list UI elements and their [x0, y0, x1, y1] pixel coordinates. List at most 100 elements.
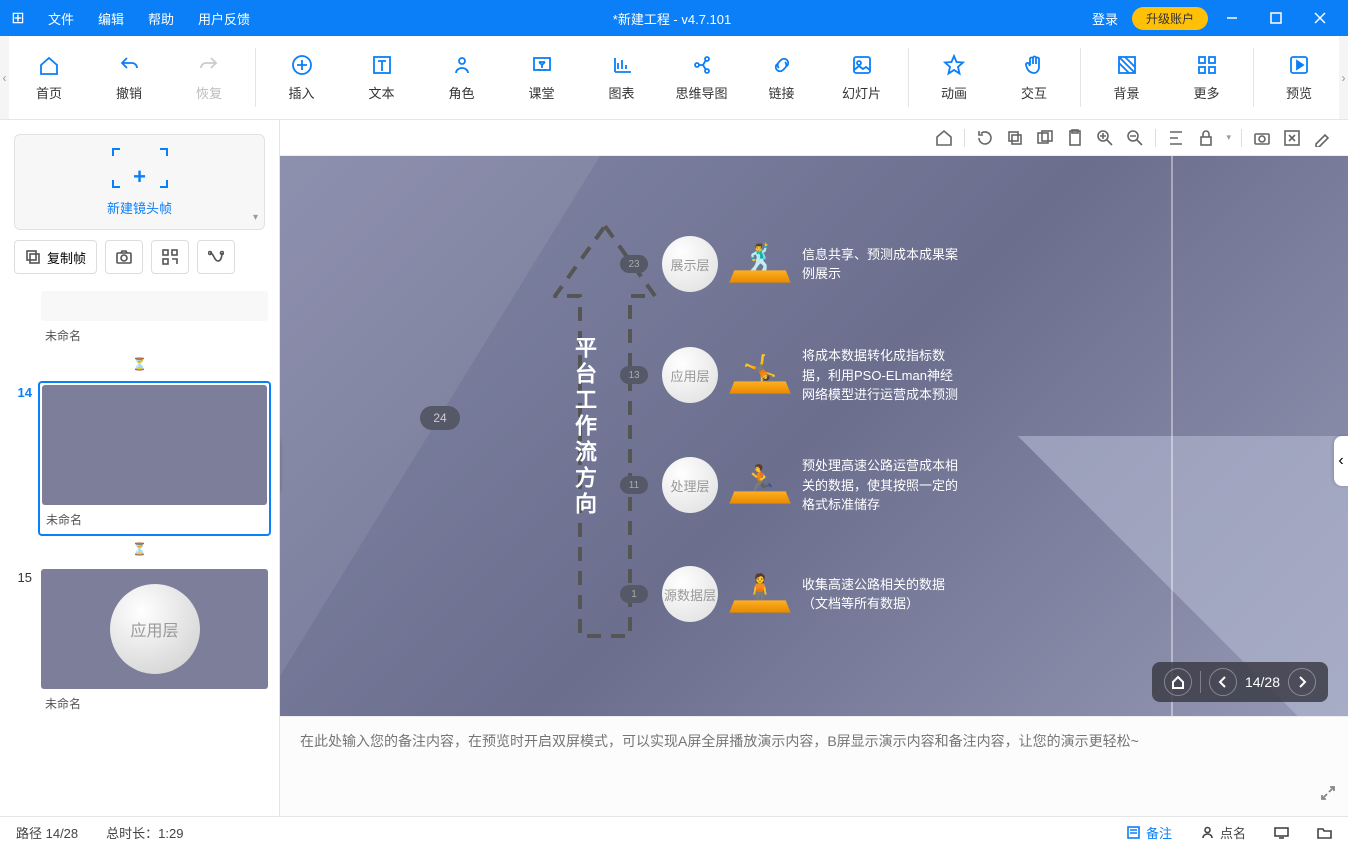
- home-icon[interactable]: [934, 128, 954, 148]
- thumb-title: 未命名: [42, 505, 267, 532]
- toolbar-play[interactable]: 预览: [1259, 36, 1339, 119]
- copy-frame-button[interactable]: 复制帧: [14, 240, 97, 274]
- rotate-icon[interactable]: [975, 128, 995, 148]
- close-button[interactable]: [1300, 0, 1340, 36]
- chevron-down-icon[interactable]: ▾: [253, 212, 258, 223]
- layer-badge[interactable]: 11: [620, 476, 648, 494]
- undo-icon: [117, 53, 141, 77]
- figure-icon: 🏃: [732, 466, 788, 504]
- window-title: *新建工程 - v4.7.101: [262, 9, 1082, 28]
- toolbar-star[interactable]: 动画: [914, 36, 994, 119]
- toolbar-hand[interactable]: 交互: [994, 36, 1074, 119]
- link-icon: [770, 53, 794, 77]
- stack-icon[interactable]: [1035, 128, 1055, 148]
- notes-textarea[interactable]: [280, 717, 1348, 816]
- toolbar-home[interactable]: 首页: [9, 36, 89, 119]
- menu-edit[interactable]: 编辑: [86, 9, 136, 28]
- folder-button[interactable]: [1317, 825, 1332, 840]
- right-panel-expand-handle[interactable]: ‹: [1334, 436, 1348, 486]
- frame-badge[interactable]: 24: [420, 406, 460, 430]
- snapshot-icon[interactable]: [1252, 128, 1272, 148]
- text-icon: [370, 53, 394, 77]
- layer-badge[interactable]: 23: [620, 255, 648, 273]
- thumbnail-list[interactable]: 未命名⏳14未命名⏳15应用层未命名: [0, 284, 279, 816]
- figure-icon: 🤸: [732, 356, 788, 394]
- hourglass-separator: ⏳: [8, 542, 271, 556]
- notes-toggle-button[interactable]: 备注: [1126, 823, 1172, 842]
- menu-help[interactable]: 帮助: [136, 9, 186, 28]
- layer-badge[interactable]: 1: [620, 585, 648, 603]
- hourglass-separator: ⏳: [8, 357, 271, 371]
- toolbar-bg[interactable]: 背景: [1087, 36, 1167, 119]
- paste-icon[interactable]: [1065, 128, 1085, 148]
- thumbnail-card[interactable]: 未命名: [38, 381, 271, 536]
- toolbar-user[interactable]: 角色: [422, 36, 502, 119]
- toolbar-link[interactable]: 链接: [742, 36, 822, 119]
- thumb-number: 15: [8, 566, 32, 719]
- new-frame-button[interactable]: + 新建镜头帧 ▾: [14, 134, 265, 230]
- status-duration: 总时长：1:29: [106, 823, 183, 842]
- layer-circle[interactable]: 应用层: [662, 347, 718, 403]
- menu-feedback[interactable]: 用户反馈: [186, 9, 262, 28]
- path-button[interactable]: [197, 240, 235, 274]
- canvas-navigation: 14/28: [1152, 662, 1328, 702]
- zoom-out-icon[interactable]: [1125, 128, 1145, 148]
- upgrade-button[interactable]: 升级账户: [1132, 7, 1208, 30]
- thumbnail-card[interactable]: 应用层未命名: [38, 566, 271, 719]
- layer-description: 收集高速公路相关的数据（文档等所有数据）: [802, 575, 962, 614]
- copy-icon[interactable]: [1005, 128, 1025, 148]
- thumbnail-card[interactable]: 未命名: [38, 288, 271, 351]
- layer-circle[interactable]: 展示层: [662, 236, 718, 292]
- star-icon: [942, 53, 966, 77]
- nav-home-icon[interactable]: [1164, 668, 1192, 696]
- bg-icon: [1115, 53, 1139, 77]
- layer-description: 信息共享、预测成本成果案例展示: [802, 245, 962, 284]
- toolbar-mindmap[interactable]: 思维导图: [662, 36, 742, 119]
- display-mode-button[interactable]: [1274, 825, 1289, 840]
- toolbar-slide[interactable]: 幻灯片: [822, 36, 902, 119]
- roll-call-button[interactable]: 点名: [1200, 823, 1246, 842]
- layer-circle[interactable]: 源数据层: [662, 566, 718, 622]
- toolbar-text[interactable]: 文本: [342, 36, 422, 119]
- user-icon: [450, 53, 474, 77]
- toolbar-scroll-left[interactable]: ‹: [0, 36, 9, 119]
- camera-button[interactable]: [105, 240, 143, 274]
- titlebar: ⊞ 文件 编辑 帮助 用户反馈 *新建工程 - v4.7.101 登录 升级账户: [0, 0, 1348, 36]
- thumb-number: [8, 288, 32, 351]
- fit-icon[interactable]: [1282, 128, 1302, 148]
- layer-badge[interactable]: 13: [620, 366, 648, 384]
- qr-button[interactable]: [151, 240, 189, 274]
- new-frame-label: 新建镜头帧: [107, 198, 172, 217]
- mindmap-icon: [690, 53, 714, 77]
- layer-row: 1源数据层🧍收集高速公路相关的数据（文档等所有数据）: [620, 566, 962, 622]
- layer-circle[interactable]: 处理层: [662, 457, 718, 513]
- nav-next-button[interactable]: [1288, 668, 1316, 696]
- lock-icon[interactable]: [1196, 128, 1216, 148]
- home-icon: [37, 53, 61, 77]
- toolbar-plus-circle[interactable]: 插入: [262, 36, 342, 119]
- toolbar-undo[interactable]: 撤销: [89, 36, 169, 119]
- plus-icon: +: [133, 164, 146, 190]
- statusbar: 路径 14/28 总时长：1:29 备注 点名: [0, 816, 1348, 848]
- toolbar-scroll-right[interactable]: ›: [1339, 36, 1348, 119]
- menu-file[interactable]: 文件: [36, 9, 86, 28]
- toolbar-grid[interactable]: 更多: [1167, 36, 1247, 119]
- edit-icon[interactable]: [1312, 128, 1332, 148]
- align-icon[interactable]: [1166, 128, 1186, 148]
- zoom-in-icon[interactable]: [1095, 128, 1115, 148]
- plus-circle-icon: [290, 53, 314, 77]
- login-button[interactable]: 登录: [1082, 5, 1128, 32]
- toolbar-chart[interactable]: 图表: [582, 36, 662, 119]
- layer-row: 13应用层🤸将成本数据转化成指标数据，利用PSO-ELman神经网络模型进行运营…: [620, 346, 962, 405]
- status-path: 路径 14/28: [16, 823, 78, 842]
- board-icon: [530, 53, 554, 77]
- layer-row: 23 展示层 🕺 信息共享、预测成本成果案例展示: [620, 236, 962, 292]
- grid-icon: [1195, 53, 1219, 77]
- expand-icon[interactable]: [1320, 785, 1336, 806]
- minimize-button[interactable]: [1212, 0, 1252, 36]
- nav-prev-button[interactable]: [1209, 668, 1237, 696]
- canvas[interactable]: ‹ ‹ 24 平台工作流方向 23展示层🕺信息共享、预测成本成果案例展示13应用…: [280, 156, 1348, 716]
- toolbar-board[interactable]: 课堂: [502, 36, 582, 119]
- maximize-button[interactable]: [1256, 0, 1296, 36]
- figure-icon: 🕺: [732, 245, 788, 283]
